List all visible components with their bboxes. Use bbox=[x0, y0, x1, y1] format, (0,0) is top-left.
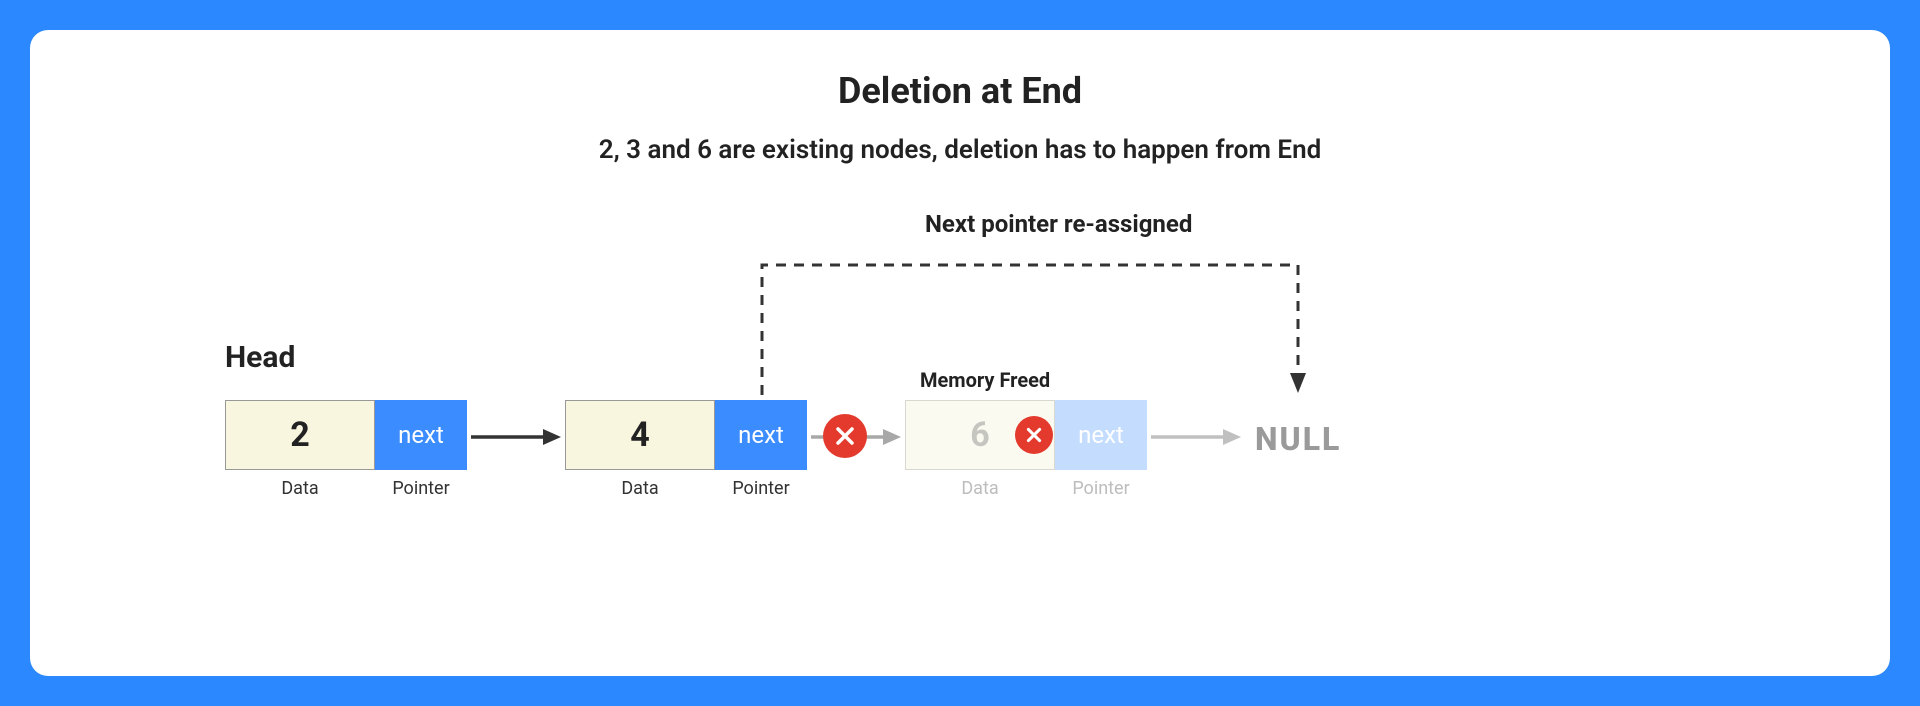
diagram-title: Deletion at End bbox=[30, 70, 1890, 112]
node-pointer-caption: Pointer bbox=[715, 478, 807, 499]
node-data-caption: Data bbox=[565, 478, 715, 499]
node-pointer-box: next bbox=[715, 400, 807, 470]
arrow-icon bbox=[1149, 425, 1241, 449]
linked-list-node: 4 next Data Pointer bbox=[565, 400, 807, 470]
delete-link-icon bbox=[823, 414, 867, 458]
node-data-caption: Data bbox=[905, 478, 1055, 499]
node-caption: Data Pointer bbox=[565, 478, 807, 499]
arrow-icon bbox=[469, 425, 561, 449]
null-label: NULL bbox=[1255, 420, 1341, 458]
node-caption: Data Pointer bbox=[905, 478, 1147, 499]
node-data-caption: Data bbox=[225, 478, 375, 499]
node-pointer-caption: Pointer bbox=[1055, 478, 1147, 499]
node-caption: Data Pointer bbox=[225, 478, 467, 499]
node-data-box: 2 bbox=[225, 400, 375, 470]
head-label: Head bbox=[225, 340, 295, 375]
node-pointer-caption: Pointer bbox=[375, 478, 467, 499]
node-pointer-box: next bbox=[1055, 400, 1147, 470]
node-data-box: 4 bbox=[565, 400, 715, 470]
diagram-card: Deletion at End 2, 3 and 6 are existing … bbox=[30, 30, 1890, 676]
linked-list-node: 2 next Data Pointer bbox=[225, 400, 467, 470]
reassigned-pointer-arrow bbox=[750, 245, 1310, 400]
delete-node-icon bbox=[1015, 416, 1053, 454]
node-pointer-box: next bbox=[375, 400, 467, 470]
diagram-subtitle: 2, 3 and 6 are existing nodes, deletion … bbox=[30, 135, 1890, 165]
reassigned-label: Next pointer re-assigned bbox=[925, 210, 1192, 238]
